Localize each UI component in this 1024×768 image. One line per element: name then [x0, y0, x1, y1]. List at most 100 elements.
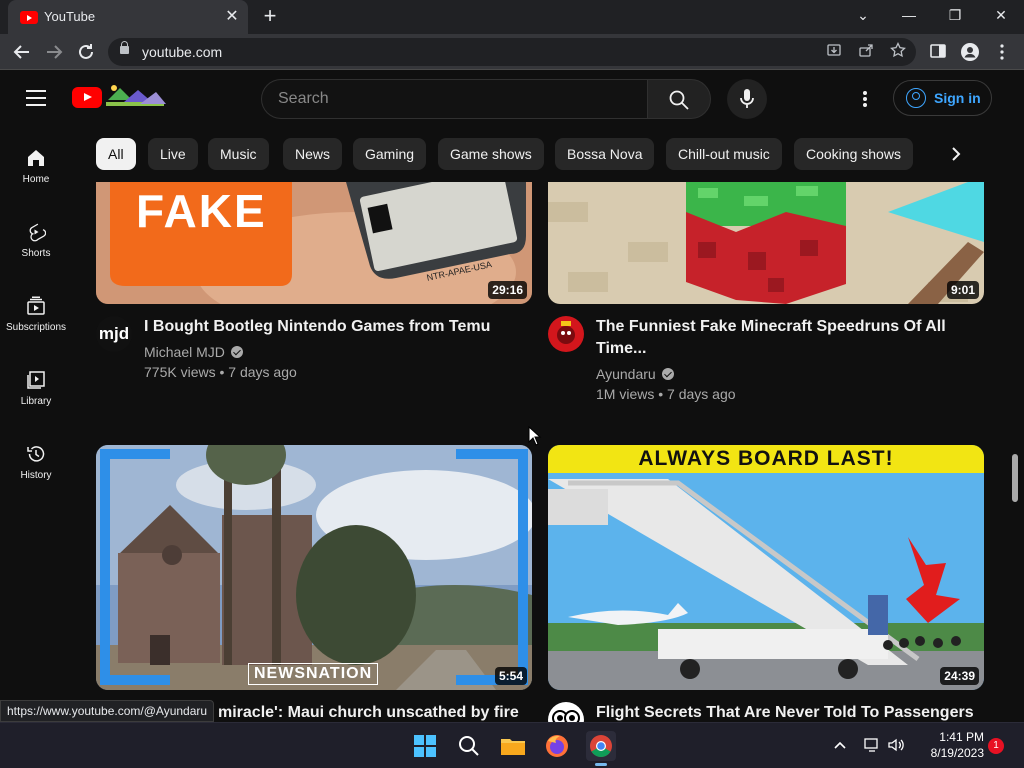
channel-name[interactable]: Michael MJD: [144, 344, 243, 360]
video-duration: 29:16: [488, 281, 527, 299]
home-icon: [28, 150, 44, 166]
sidebar-item-label: History: [20, 470, 52, 481]
system-clock[interactable]: 1:41 PM 8/19/2023: [912, 729, 984, 761]
tab-close-button[interactable]: ✕: [222, 7, 242, 27]
video-title[interactable]: miracle': Maui church unscathed by fire: [218, 702, 519, 724]
verified-icon: [230, 346, 243, 358]
voice-search-button[interactable]: [727, 79, 767, 119]
youtube-doodle-logo[interactable]: [104, 82, 168, 110]
clock-time: 1:41 PM: [939, 730, 984, 744]
browser-tab[interactable]: YouTube ✕: [8, 0, 248, 34]
settings-more-icon[interactable]: [855, 89, 875, 109]
search-icon: [669, 90, 689, 110]
verified-icon: [661, 368, 674, 380]
library-icon: [27, 371, 45, 389]
video-thumbnail[interactable]: NEWSNATION 5:54: [96, 445, 532, 690]
chip-news[interactable]: News: [283, 138, 343, 170]
youtube-logo[interactable]: [72, 87, 102, 108]
chip-all[interactable]: All: [96, 138, 136, 170]
sidebar-item-label: Shorts: [21, 248, 51, 259]
chip-gaming[interactable]: Gaming: [353, 138, 427, 170]
profile-icon[interactable]: [960, 42, 980, 62]
share-icon[interactable]: [856, 42, 876, 62]
subscriptions-icon: [27, 296, 45, 315]
browser-tab-bar: YouTube ✕ + ⌄ — ❐ ✕: [0, 0, 1024, 34]
chevron-up-icon[interactable]: [830, 735, 850, 755]
search-icon[interactable]: [454, 731, 484, 761]
account-icon: [906, 88, 926, 108]
sidebar-item-library[interactable]: Library: [0, 370, 72, 440]
lock-icon[interactable]: [120, 41, 129, 54]
chip-music[interactable]: Music: [208, 138, 269, 170]
status-bar-url: https://www.youtube.com/@Ayundaru: [0, 700, 215, 722]
firefox-icon[interactable]: [542, 731, 572, 761]
mouse-cursor-icon: [528, 426, 542, 446]
file-explorer-icon[interactable]: [498, 731, 528, 761]
history-icon: [27, 446, 45, 462]
page-scrollbar-thumb[interactable]: [1012, 454, 1018, 502]
install-app-icon[interactable]: [824, 42, 844, 62]
channel-name-text[interactable]: Ayundaru: [596, 366, 656, 382]
channel-avatar[interactable]: mjd: [96, 316, 132, 352]
minimize-button[interactable]: —: [886, 0, 932, 30]
thumbnail-image: [548, 182, 984, 304]
sign-in-button[interactable]: Sign in: [893, 80, 992, 116]
bookmark-star-icon[interactable]: [888, 41, 908, 62]
video-duration: 5:54: [494, 667, 527, 685]
video-title-line2[interactable]: Time...: [596, 338, 646, 360]
windows-start-icon[interactable]: [410, 731, 440, 761]
chip-live[interactable]: Live: [148, 138, 198, 170]
new-tab-button[interactable]: +: [258, 5, 282, 29]
reload-icon[interactable]: [74, 40, 98, 64]
chrome-icon[interactable]: [586, 731, 616, 766]
video-meta: 1M views • 7 days ago: [596, 386, 736, 402]
address-bar[interactable]: youtube.com: [108, 38, 916, 66]
channel-avatar[interactable]: [548, 316, 584, 352]
video-duration: 24:39: [940, 667, 979, 685]
search-button[interactable]: [647, 79, 711, 119]
shorts-icon: [29, 223, 46, 242]
tab-search-chevron-icon[interactable]: ⌄: [840, 0, 886, 30]
clock-date: 8/19/2023: [930, 746, 984, 760]
sidebar-item-shorts[interactable]: Shorts: [0, 222, 72, 292]
chip-chill-out-music[interactable]: Chill-out music: [666, 138, 782, 170]
sidebar-item-home[interactable]: Home: [0, 148, 72, 218]
search-input[interactable]: [278, 89, 628, 109]
video-title[interactable]: I Bought Bootleg Nintendo Games from Tem…: [144, 316, 490, 338]
back-arrow-icon[interactable]: [10, 40, 34, 64]
chip-bossa-nova[interactable]: Bossa Nova: [555, 138, 655, 170]
video-thumbnail[interactable]: ALWAYS BOARD LAST! 24:39: [548, 445, 984, 690]
restore-button[interactable]: ❐: [932, 0, 978, 30]
thumbnail-image: [96, 445, 532, 690]
chip-game-shows[interactable]: Game shows: [438, 138, 544, 170]
channel-name-text[interactable]: Michael MJD: [144, 344, 225, 360]
browser-toolbar: youtube.com: [0, 34, 1024, 70]
browser-menu-icon[interactable]: [992, 42, 1012, 62]
network-icon[interactable]: [862, 735, 882, 755]
youtube-masthead: Sign in: [0, 70, 1024, 128]
address-url[interactable]: youtube.com: [142, 44, 222, 60]
microphone-icon: [740, 89, 754, 108]
video-title-line1[interactable]: The Funniest Fake Minecraft Speedruns Of…: [596, 316, 946, 338]
thumbnail-watermark-text: NEWSNATION: [248, 663, 379, 685]
guide-menu-icon[interactable]: [26, 90, 46, 106]
notification-badge[interactable]: 1: [988, 738, 1004, 754]
filter-chips-bar: All Live Music News Gaming Game shows Bo…: [96, 138, 976, 170]
sidebar-item-subscriptions[interactable]: Subscriptions: [0, 296, 72, 366]
side-panel-icon[interactable]: [928, 42, 948, 62]
video-title[interactable]: Flight Secrets That Are Never Told To Pa…: [596, 702, 974, 724]
forward-arrow-icon[interactable]: [42, 40, 66, 64]
channel-name[interactable]: Ayundaru: [596, 366, 674, 382]
video-duration: 9:01: [946, 281, 979, 299]
video-thumbnail[interactable]: 9:01: [548, 182, 984, 304]
close-window-button[interactable]: ✕: [978, 0, 1024, 30]
thumbnail-overlay-text: FAKE: [136, 185, 267, 237]
sidebar-item-label: Library: [20, 396, 52, 407]
video-thumbnail[interactable]: FAKE NTR-APAE-USA 29:16: [96, 182, 532, 304]
volume-icon[interactable]: [886, 735, 906, 755]
chevron-right-icon[interactable]: [942, 140, 970, 168]
chip-cooking-shows[interactable]: Cooking shows: [794, 138, 913, 170]
thumbnail-image: [548, 445, 984, 690]
sidebar-item-history[interactable]: History: [0, 444, 72, 514]
search-box[interactable]: [261, 79, 647, 119]
